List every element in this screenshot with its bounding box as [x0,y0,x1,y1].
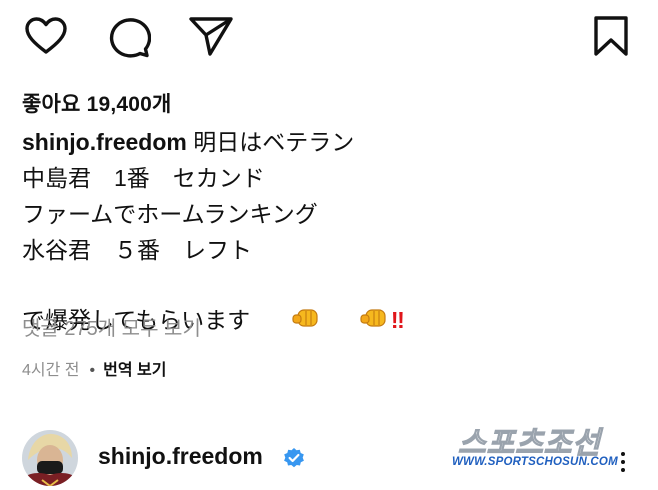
caption-text: 明日はベテラン [193,129,355,155]
speech-bubble-icon[interactable] [107,16,151,58]
watermark-url: WWW.SPORTSCHOSUN.COM [452,456,618,468]
like-count[interactable]: 좋아요 19,400개 [22,88,172,118]
post-caption: shinjo.freedom 明日はベテラン 中島君 1番 セカンド ファームで… [22,124,642,340]
post-meta: 4시간 전 • 번역 보기 [22,356,166,380]
double-exclamation-icon: ‼ [390,307,405,333]
caption-line-2: 中島君 1番 セカンド [22,165,265,191]
view-all-comments-link[interactable]: 댓글 275개 모두 보기 [22,312,201,341]
separator-dot: • [89,362,96,379]
avatar[interactable] [22,430,78,486]
more-options-icon[interactable] [619,452,627,476]
oncoming-fist-icon [252,268,318,340]
caption-line-3: ファームでホームランキング [22,201,318,227]
caption-username[interactable]: shinjo.freedom [22,129,187,155]
post-timestamp: 4시간 전 [22,362,80,379]
watermark: 스포츠조선 WWW.SPORTSCHOSUN.COM [452,418,638,478]
caption-line-1: shinjo.freedom 明日はベテラン [22,124,642,160]
see-translation-link[interactable]: 번역 보기 [103,362,166,379]
paper-plane-icon[interactable] [188,15,234,57]
oncoming-fist-icon [321,268,387,340]
verified-badge-icon [283,447,305,474]
bookmark-icon[interactable] [592,15,630,57]
heart-icon[interactable] [24,16,68,56]
author-username[interactable]: shinjo.freedom [98,443,263,470]
caption-line-4: 水谷君 ５番 レフト [22,237,252,263]
